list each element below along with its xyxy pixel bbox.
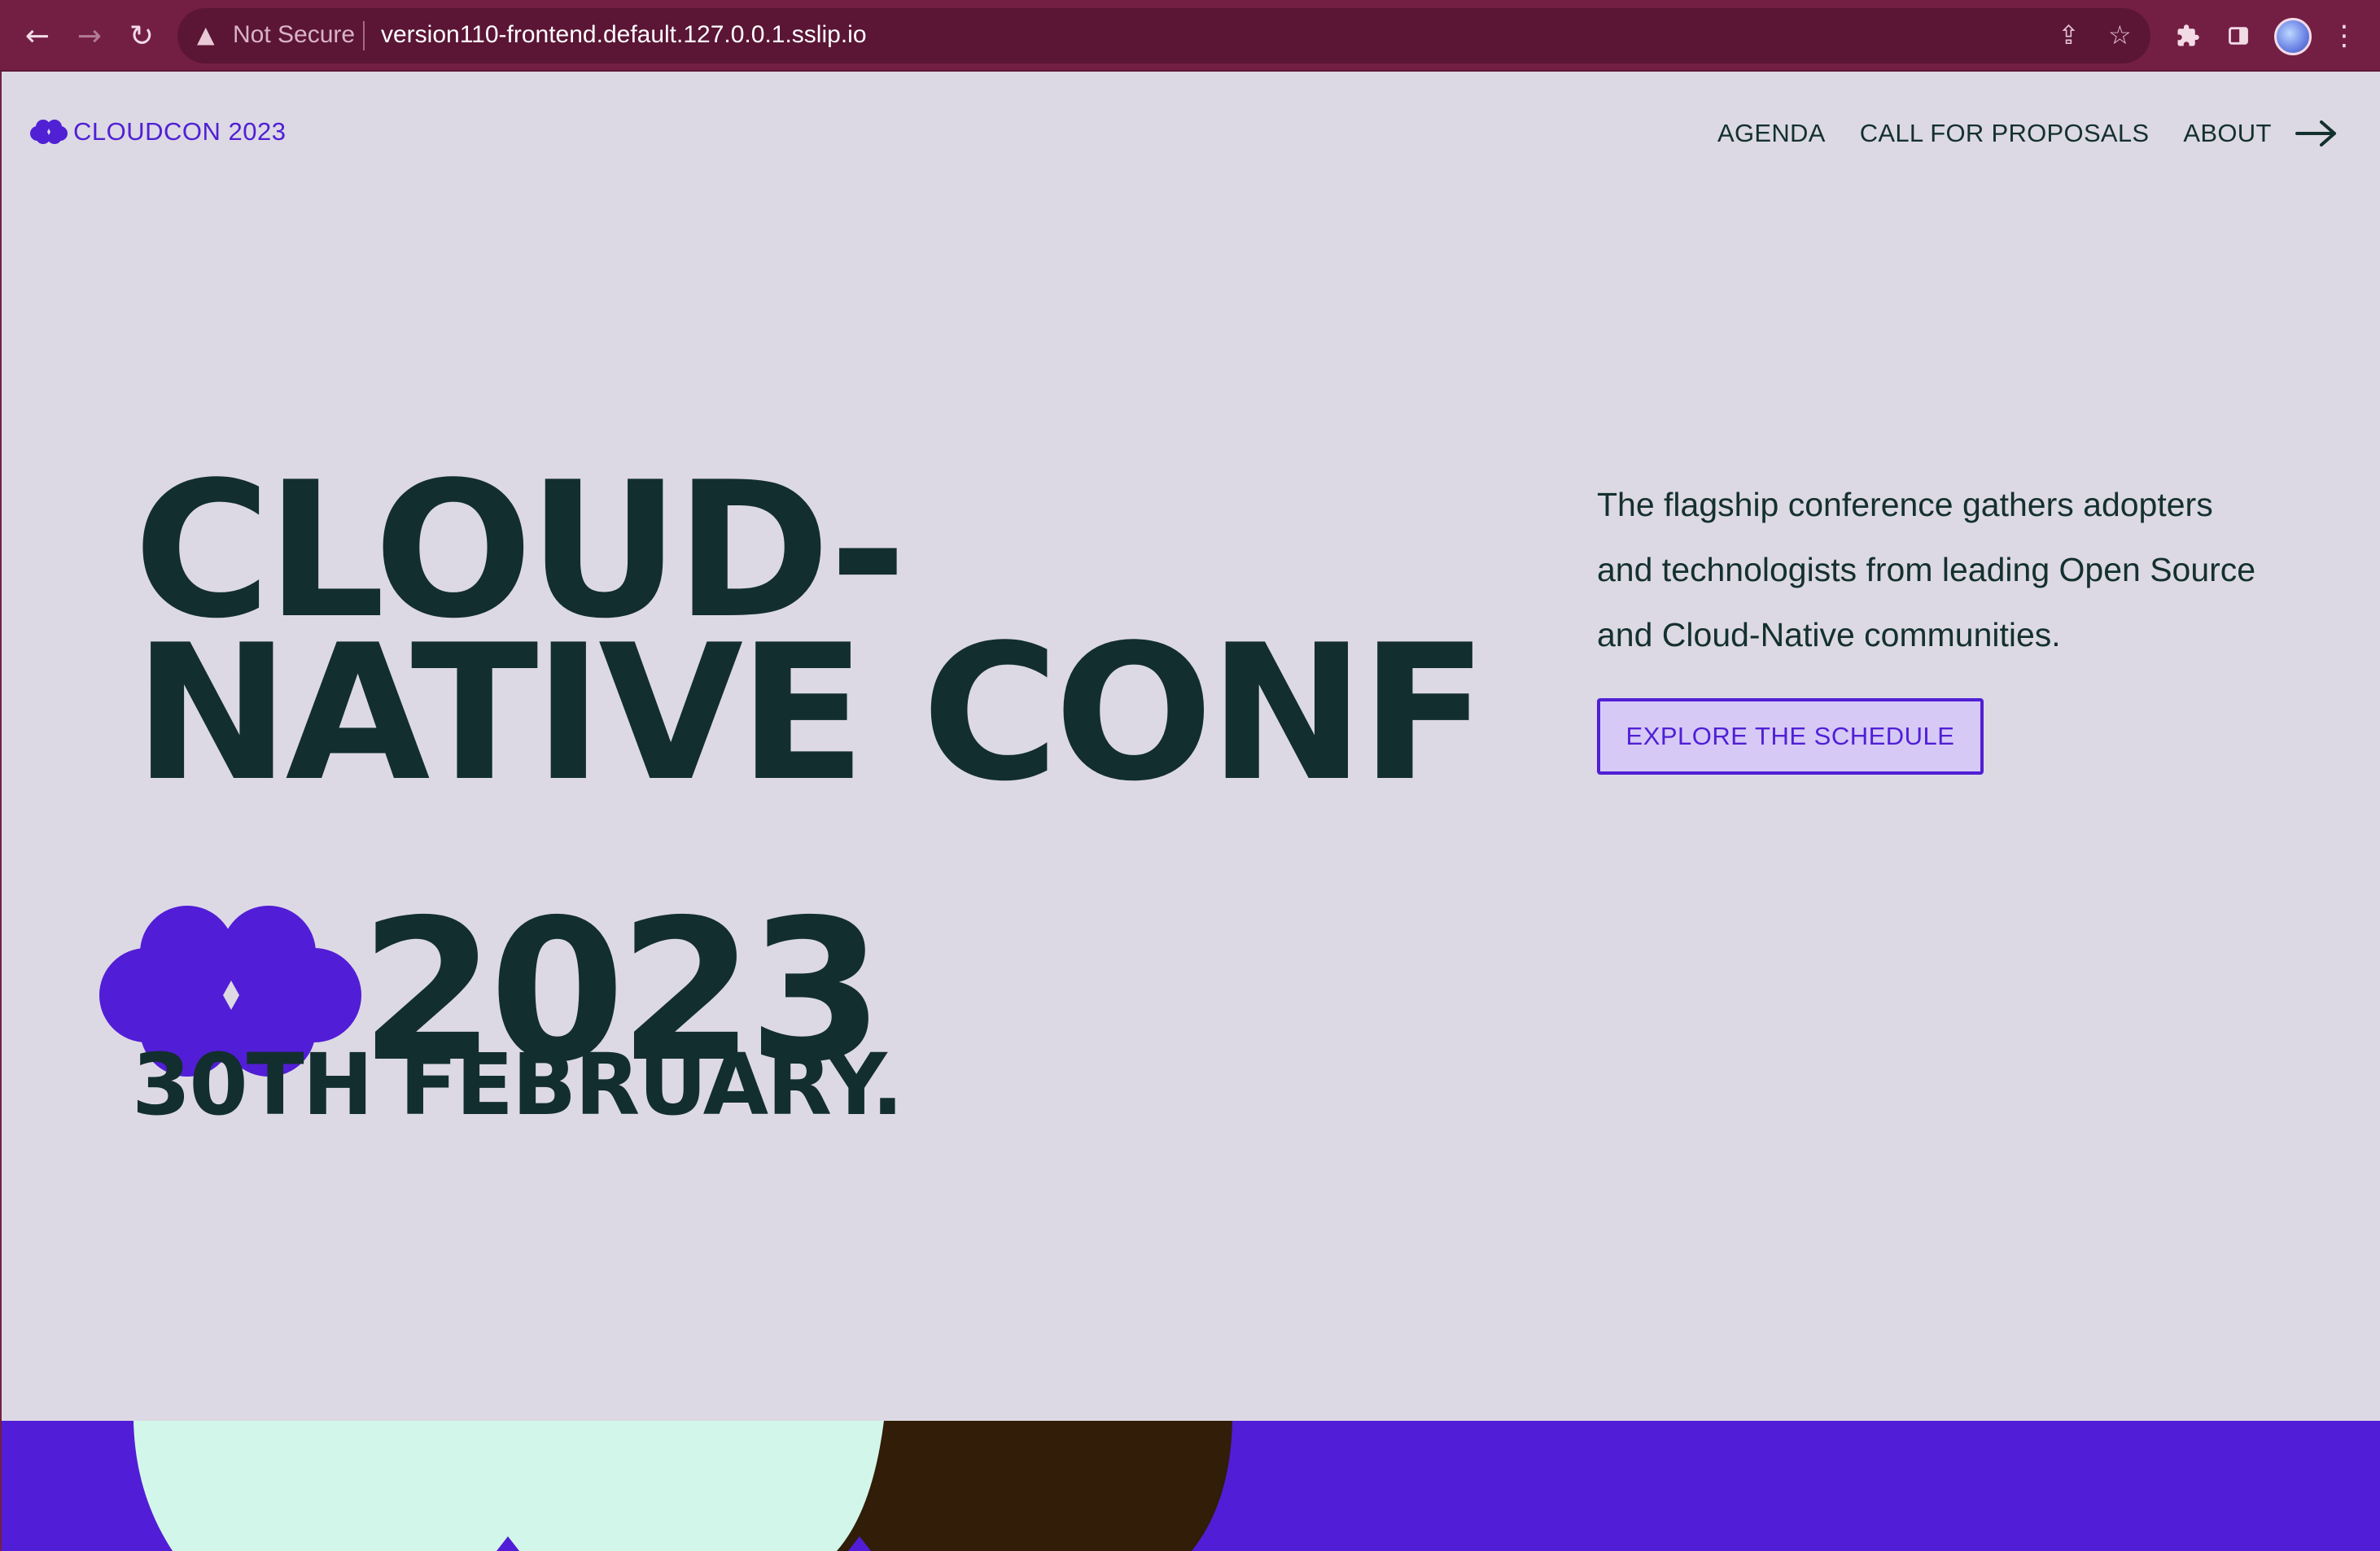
forward-arrow-icon[interactable]: → <box>68 15 111 57</box>
hero-title-line-2: NATIVE CONF <box>133 605 1488 823</box>
profile-avatar[interactable] <box>2274 18 2312 55</box>
address-bar[interactable]: ▲ Not Secure version110-frontend.default… <box>177 8 2150 63</box>
browser-toolbar: ← → ↻ ▲ Not Secure version110-frontend.d… <box>0 0 2380 72</box>
star-icon[interactable]: ☆ <box>2108 20 2132 50</box>
nav-link-agenda[interactable]: AGENDA <box>1717 119 1826 148</box>
brand-name: CLOUDCON 2023 <box>73 117 287 146</box>
nav-link-about[interactable]: ABOUT <box>2183 119 2271 148</box>
hero-title: CLOUD- NATIVE CONF <box>133 458 1488 823</box>
brand-logo-link[interactable]: CLOUDCON 2023 <box>29 117 286 146</box>
url-text[interactable]: version110-frontend.default.127.0.0.1.ss… <box>381 21 867 49</box>
hero-description: The flagship conference gathers adopters… <box>1597 486 2256 653</box>
cloud-logo-icon <box>29 119 68 145</box>
hero-date: 30TH FEBRUARY. <box>132 1035 903 1134</box>
puzzle-icon[interactable] <box>2167 15 2209 57</box>
decorative-band <box>2 1421 2380 1551</box>
kebab-menu-icon[interactable]: ⋮ <box>2323 15 2365 57</box>
reload-icon[interactable]: ↻ <box>120 15 163 57</box>
main-nav: AGENDA CALL FOR PROPOSALS ABOUT <box>1717 119 2306 148</box>
site-header: CLOUDCON 2023 AGENDA CALL FOR PROPOSALS … <box>2 72 2380 194</box>
not-secure-label[interactable]: Not Secure <box>233 21 355 49</box>
explore-schedule-button[interactable]: EXPLORE THE SCHEDULE <box>1597 698 1984 775</box>
decorative-shapes <box>133 1421 1232 1551</box>
back-arrow-icon[interactable]: ← <box>16 15 59 57</box>
warning-icon[interactable]: ▲ <box>197 21 215 48</box>
side-panel-icon[interactable] <box>2217 15 2260 57</box>
address-separator <box>363 21 365 50</box>
arrow-right-icon[interactable] <box>2295 117 2338 150</box>
webpage: CLOUDCON 2023 AGENDA CALL FOR PROPOSALS … <box>0 72 2380 1551</box>
share-icon[interactable]: ⇪ <box>2058 20 2080 50</box>
nav-link-call-for-proposals[interactable]: CALL FOR PROPOSALS <box>1860 119 2150 148</box>
